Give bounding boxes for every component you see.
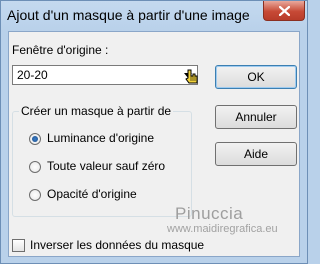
watermark-url: www.maidiregrafica.eu [167,223,278,235]
radio-luminance-label[interactable]: Luminance d'origine [47,131,154,145]
source-window-dropdown[interactable]: 20-20 [12,65,198,85]
radio-opacity[interactable] [29,189,41,201]
invert-mask-checkbox[interactable] [12,239,25,252]
close-button[interactable] [263,1,305,21]
close-x-icon [278,5,290,16]
watermark-name: Pinuccia [175,204,244,223]
dialog-window: Ajout d'un masque à partir d'une image F… [0,0,308,264]
radio-luminance[interactable] [29,133,41,145]
cancel-button[interactable]: Annuler [215,105,297,129]
help-button-label: Aide [243,147,269,161]
radio-opacity-label[interactable]: Opacité d'origine [47,187,137,201]
help-button[interactable]: Aide [215,142,297,166]
hand-pointer-icon [185,69,198,84]
mask-source-group-legend: Créer un masque à partir de [19,104,174,118]
invert-mask-label[interactable]: Inverser les données du masque [30,238,204,252]
radio-nonzero-label[interactable]: Toute valeur sauf zéro [47,159,165,173]
radio-nonzero[interactable] [29,161,41,173]
source-window-label: Fenêtre d'origine : [12,43,109,57]
cancel-button-label: Annuler [235,110,277,124]
window-title: Ajout d'un masque à partir d'une image [7,7,250,23]
ok-button[interactable]: OK [215,65,297,89]
ok-button-label: OK [247,70,265,84]
title-bar[interactable]: Ajout d'un masque à partir d'une image [1,1,307,31]
dialog-client-area: Fenêtre d'origine : 20-20 OK Annuler Aid… [8,31,300,257]
source-window-value: 20-20 [17,68,48,82]
